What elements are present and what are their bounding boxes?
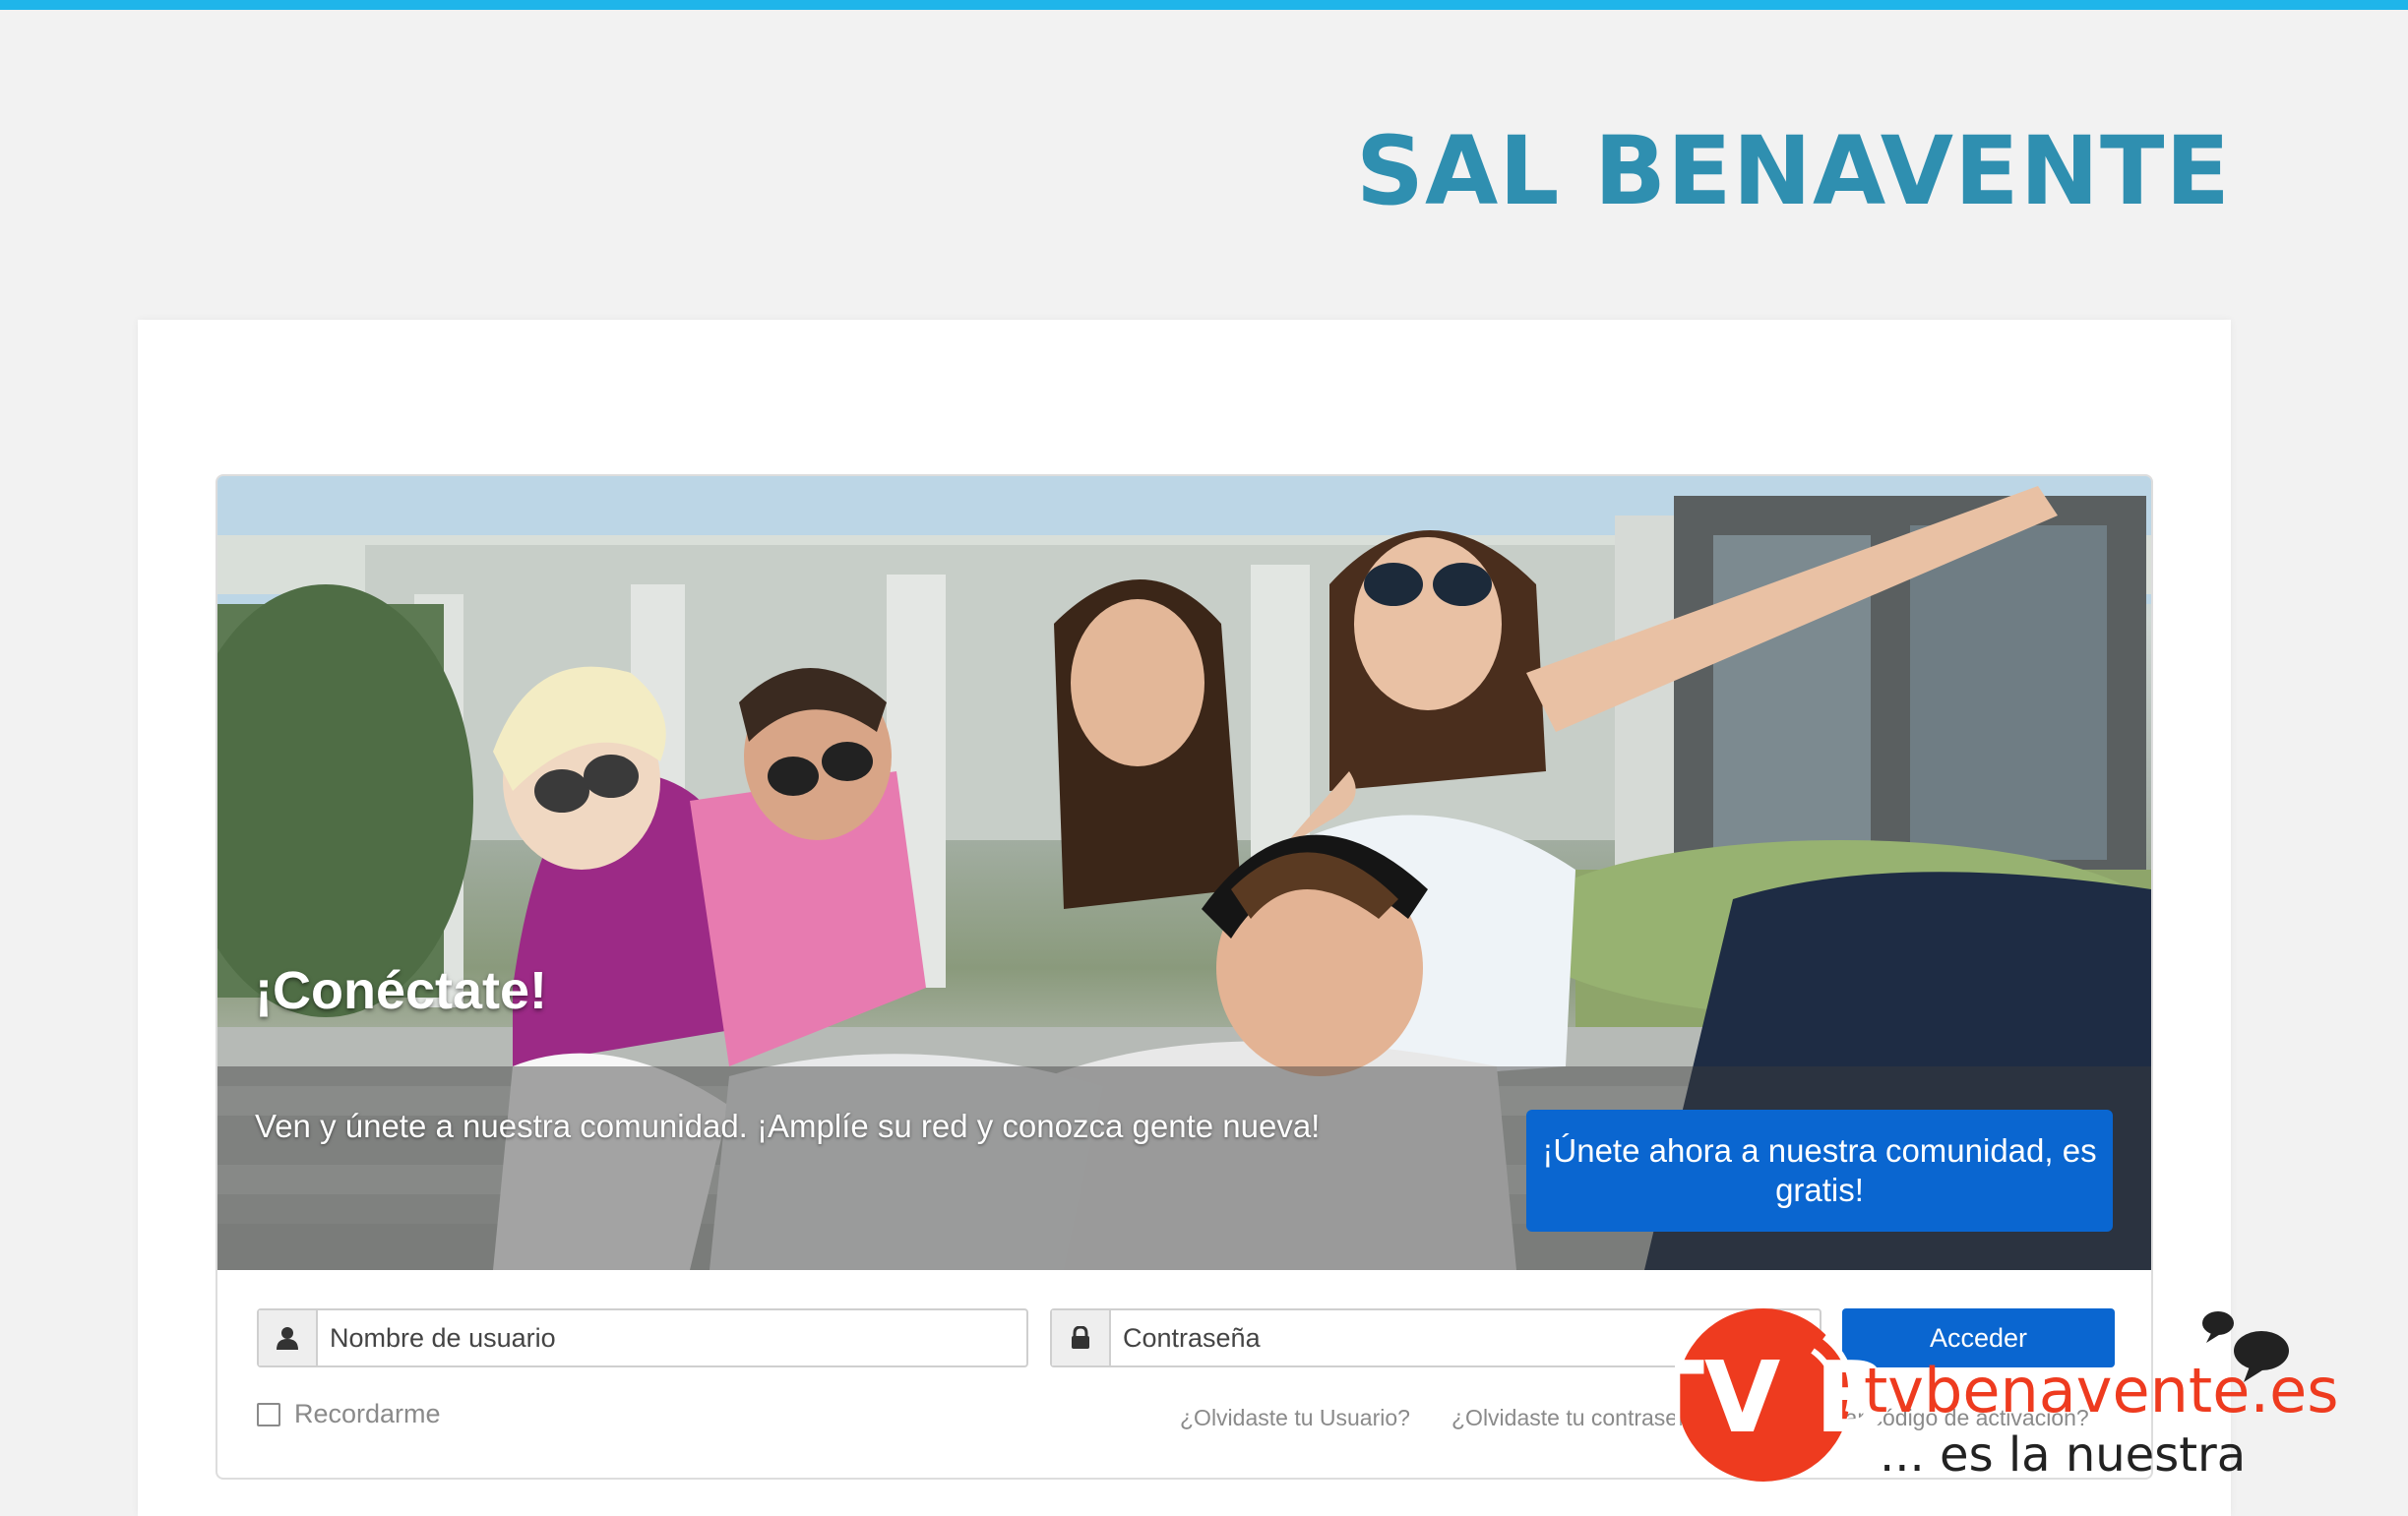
remember-label: Recordarme	[294, 1399, 441, 1428]
brand-tagline: ... es la nuestra	[1880, 1427, 2246, 1483]
username-field	[257, 1308, 1028, 1367]
hero-banner: ¡Conéctate! Ven y únete a nuestra comuni…	[217, 476, 2151, 1270]
hero-description: Ven y únete a nuestra comunidad. ¡Amplíe…	[255, 1108, 1321, 1144]
join-community-button[interactable]: ¡Únete ahora a nuestra comunidad, es gra…	[1526, 1110, 2113, 1232]
user-icon	[259, 1310, 318, 1365]
top-accent-bar	[0, 0, 2408, 10]
hero-title: ¡Conéctate!	[255, 961, 548, 1020]
remember-checkbox[interactable]	[257, 1402, 280, 1426]
logo-letters: TV B	[1675, 1340, 1889, 1455]
tvbenavente-watermark: TV B tvbenavente.es ... es la nuestra	[1637, 1302, 2364, 1493]
username-input[interactable]	[318, 1310, 1026, 1365]
remember-me[interactable]: Recordarme	[257, 1399, 441, 1429]
site-title: SAL BENAVENTE	[1355, 116, 2231, 226]
forgot-username-link[interactable]: ¿Olvidaste tu Usuario?	[1180, 1405, 1410, 1431]
lock-icon	[1052, 1310, 1111, 1365]
tvbenavente-logo: TV B tvbenavente.es ... es la nuestra	[1637, 1308, 2339, 1483]
